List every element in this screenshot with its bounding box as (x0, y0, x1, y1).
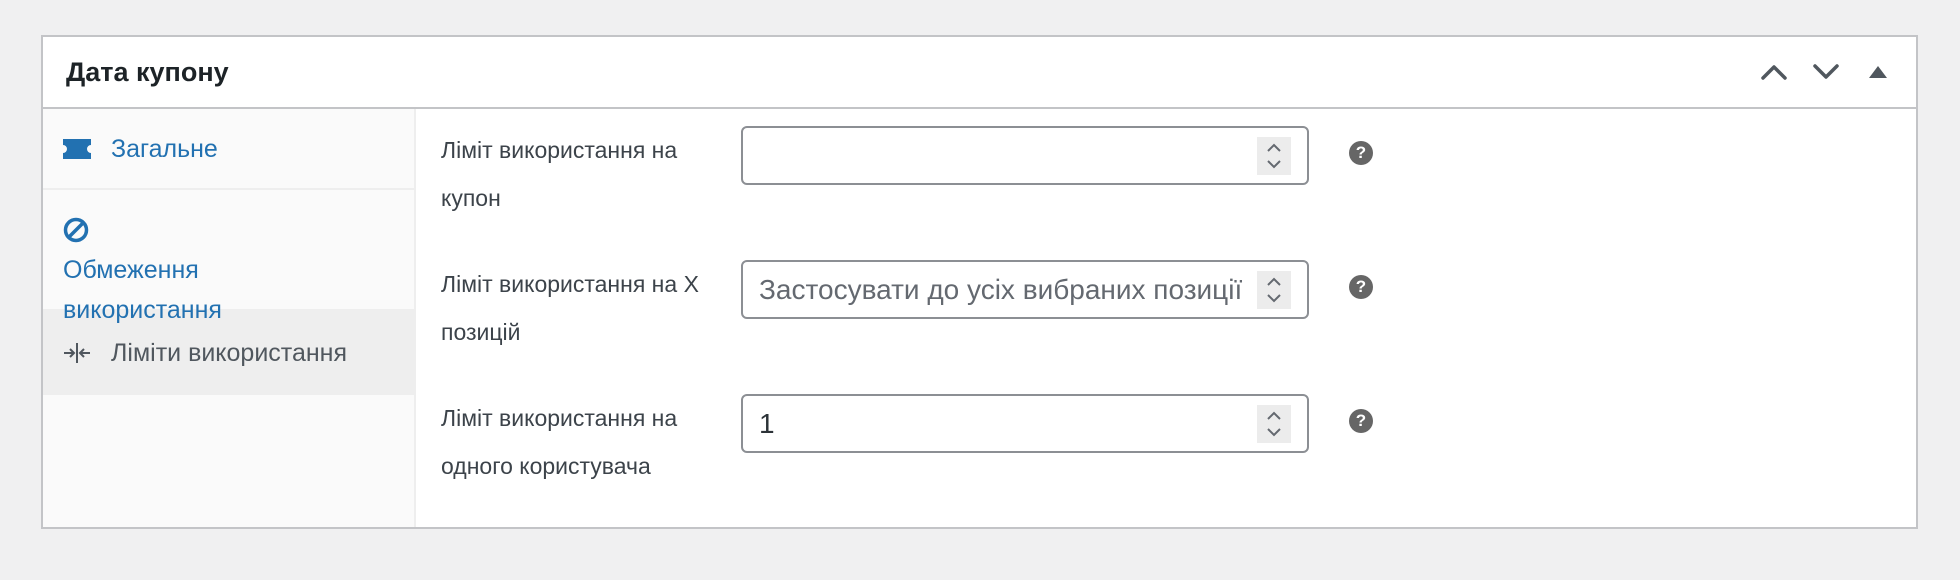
number-spinner[interactable] (1257, 136, 1291, 175)
usage-limit-per-coupon-label: Ліміт використання на купон (441, 137, 678, 211)
spinner-arrows-icon (1267, 411, 1281, 436)
spinner-arrows-icon (1267, 143, 1281, 168)
chevron-up-icon (1761, 65, 1787, 80)
move-down-button[interactable] (1800, 42, 1852, 102)
number-spinner[interactable] (1257, 270, 1291, 309)
usage-limit-x-items-placeholder: Застосувати до усіх вибраних позиції (759, 273, 1243, 305)
help-icon[interactable]: ? (1349, 409, 1373, 433)
tab-general-label: Загальне (111, 135, 218, 163)
postbox-header: Дата купону (43, 37, 1916, 109)
usage-limit-per-user-label: Ліміт використання на одного користувача (441, 405, 678, 479)
tab-general[interactable]: Загальне (43, 109, 414, 190)
coupon-tabs: Загальне Обмеження використання Ліміти в… (43, 109, 416, 527)
help-icon[interactable]: ? (1349, 275, 1373, 299)
ticket-icon (63, 129, 91, 169)
tab-usage-restrictions-label: Обмеження використання (63, 256, 222, 324)
usage-limit-x-items-input[interactable]: Застосувати до усіх вибраних позиції (741, 260, 1309, 319)
usage-limit-x-items-label: Ліміт використання на X позицій (441, 271, 699, 345)
coupon-data-box: Дата купону Загальне Обмеження використа… (41, 35, 1918, 529)
usage-limit-per-coupon-row: Ліміт використання на купон ? (416, 126, 1416, 246)
usage-limits-panel: Ліміт використання на купон ? Ліміт вико… (416, 109, 1916, 527)
limits-icon (63, 333, 91, 373)
usage-limit-per-user-row: Ліміт використання на одного користувача… (416, 394, 1416, 514)
tab-usage-limits-label: Ліміти використання (111, 339, 348, 367)
postbox-title: Дата купону (66, 56, 229, 87)
toggle-panel-button[interactable] (1852, 42, 1904, 102)
triangle-up-icon (1869, 66, 1887, 78)
usage-limit-per-user-input[interactable]: 1 (741, 394, 1309, 453)
help-icon[interactable]: ? (1349, 141, 1373, 165)
handle-actions (1748, 42, 1916, 102)
usage-limit-per-coupon-input[interactable] (741, 126, 1309, 185)
prohibited-icon (63, 210, 91, 250)
chevron-down-icon (1813, 64, 1839, 79)
panel-wrap: Загальне Обмеження використання Ліміти в… (43, 109, 1916, 527)
usage-limit-x-items-row: Ліміт використання на X позицій Застосув… (416, 260, 1416, 380)
tab-usage-restrictions[interactable]: Обмеження використання (43, 190, 414, 324)
spinner-arrows-icon (1267, 277, 1281, 302)
number-spinner[interactable] (1257, 404, 1291, 443)
usage-limit-per-user-value: 1 (759, 407, 775, 439)
move-up-button[interactable] (1748, 42, 1800, 102)
